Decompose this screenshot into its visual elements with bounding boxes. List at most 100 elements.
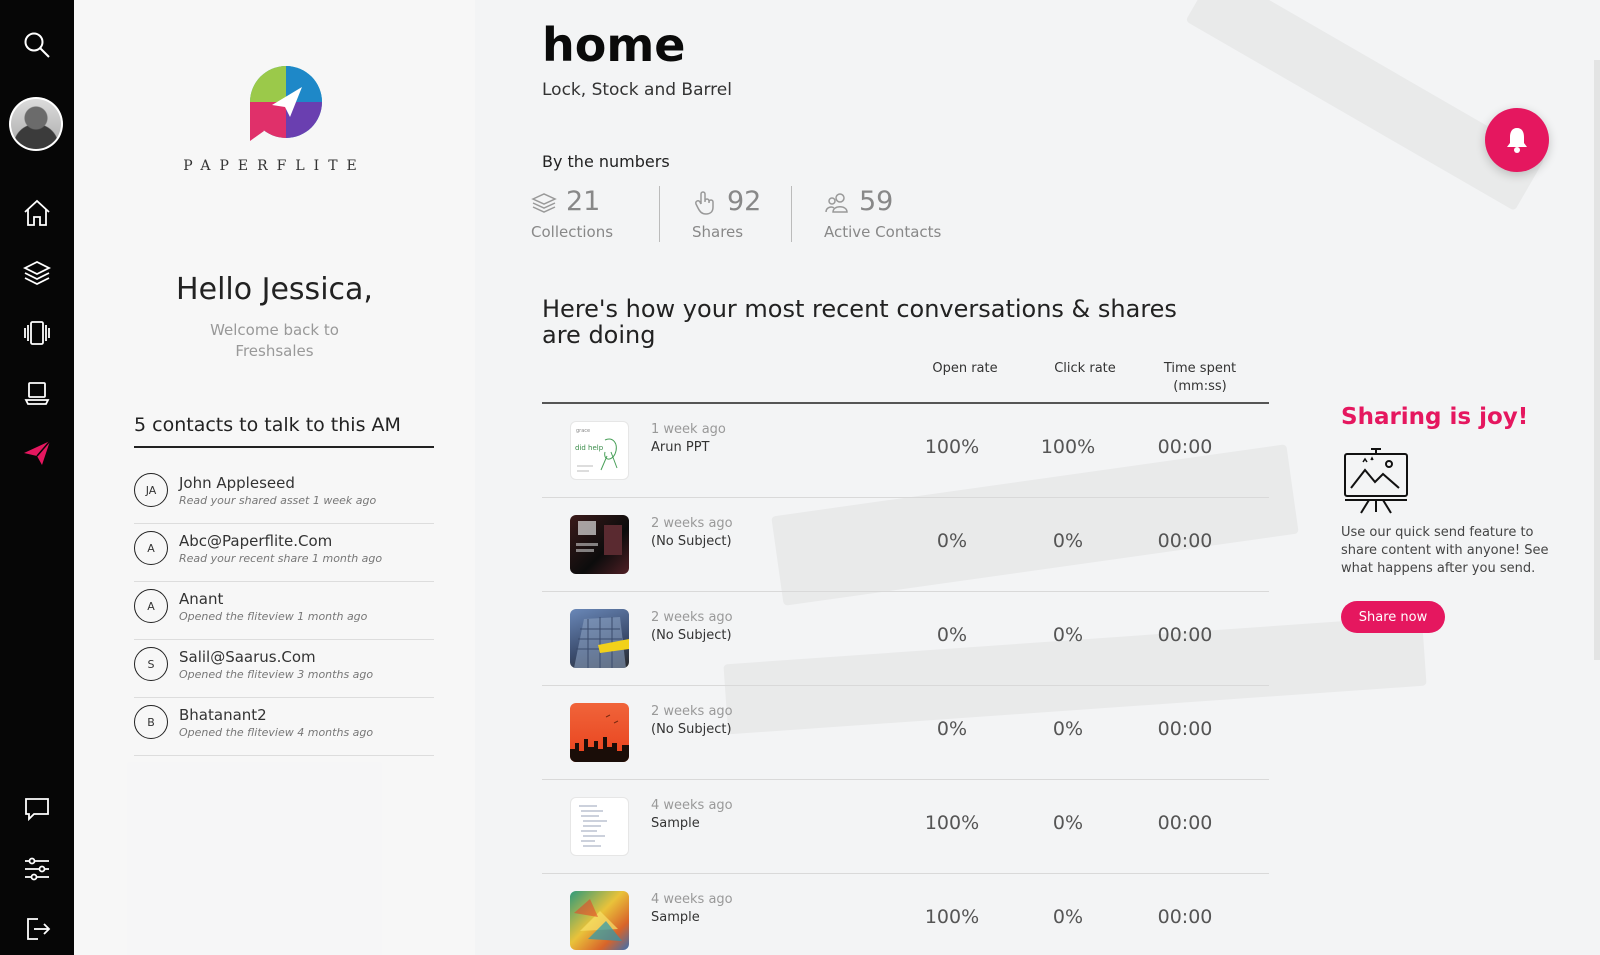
welcome-panel: PAPERFLITE Hello Jessica, Welcome back t… <box>74 0 475 955</box>
column-header-open-rate[interactable]: Open rate <box>915 360 1015 378</box>
page-subtitle: Lock, Stock and Barrel <box>542 80 732 100</box>
search-icon[interactable] <box>0 22 74 68</box>
sliders-icon[interactable] <box>0 846 74 892</box>
contacts-title: 5 contacts to talk to this AM <box>134 414 434 448</box>
laptop-icon[interactable] <box>0 370 74 416</box>
contact-name: Anant <box>179 590 224 608</box>
open-rate-value: 0% <box>936 624 968 646</box>
layers-icon[interactable] <box>0 250 74 296</box>
contact-item[interactable]: B Bhatanant2 Opened the fliteview 4 mont… <box>134 698 434 756</box>
share-thumbnail <box>570 515 629 574</box>
contact-name: Abc@Paperflite.Com <box>179 532 333 550</box>
send-icon[interactable] <box>0 430 74 476</box>
contact-name: Salil@Saarus.Com <box>179 648 316 666</box>
time-spent-value: 00:00 <box>1157 624 1213 646</box>
table-row[interactable]: 2 weeks ago (No Subject) 0% 0% 00:00 <box>542 498 1269 592</box>
contact-note: Opened the fliteview 1 month ago <box>179 610 368 623</box>
open-rate-value: 100% <box>924 812 980 834</box>
time-spent-value: 00:00 <box>1157 718 1213 740</box>
time-spent-value: 00:00 <box>1157 530 1213 552</box>
stat-shares[interactable]: 92 Shares <box>692 186 792 242</box>
stat-label: Active Contacts <box>824 223 942 241</box>
contact-note: Read your shared asset 1 week ago <box>179 494 377 507</box>
row-time: 2 weeks ago <box>651 516 733 531</box>
click-rate-value: 0% <box>1052 624 1084 646</box>
time-spent-value: 00:00 <box>1157 436 1213 458</box>
paperflite-logo <box>250 66 322 141</box>
share-thumbnail <box>570 703 629 762</box>
page-title: home <box>542 18 686 72</box>
recent-heading: Here's how your most recent conversation… <box>542 295 1177 349</box>
stat-divider <box>791 186 792 242</box>
table-row[interactable]: 2 weeks ago (No Subject) 0% 0% 00:00 <box>542 592 1269 686</box>
row-time: 1 week ago <box>651 422 726 437</box>
time-spent-value: 00:00 <box>1157 906 1213 928</box>
open-rate-value: 100% <box>924 906 980 928</box>
contact-item[interactable]: S Salil@Saarus.Com Opened the fliteview … <box>134 640 434 698</box>
click-rate-value: 0% <box>1052 718 1084 740</box>
bell-icon <box>1507 128 1527 153</box>
share-now-button[interactable]: Share now <box>1341 601 1445 633</box>
time-spent-value: 00:00 <box>1157 812 1213 834</box>
contact-note: Opened the fliteview 3 months ago <box>179 668 374 681</box>
contact-item[interactable]: A Anant Opened the fliteview 1 month ago <box>134 582 434 640</box>
click-rate-value: 0% <box>1052 812 1084 834</box>
share-thumbnail <box>570 797 629 856</box>
table-row[interactable]: 4 weeks ago Sample 100% 0% 00:00 <box>542 780 1269 874</box>
row-title: (No Subject) <box>651 534 732 549</box>
icon-rail <box>0 0 74 955</box>
row-title: Arun PPT <box>651 440 710 455</box>
open-rate-value: 100% <box>924 436 980 458</box>
carousel-icon[interactable] <box>0 310 74 356</box>
notifications-button[interactable] <box>1485 108 1549 172</box>
contact-initials-badge: A <box>134 531 168 565</box>
layers-icon <box>531 193 557 213</box>
table-row[interactable]: grace did help 1 week ago Arun PPT 100% 1… <box>542 404 1269 498</box>
home-icon[interactable] <box>0 190 74 236</box>
share-thumbnail <box>570 609 629 668</box>
row-title: (No Subject) <box>651 722 732 737</box>
chat-icon[interactable] <box>0 786 74 832</box>
contact-initials-badge: B <box>134 705 168 739</box>
column-header-click-rate[interactable]: Click rate <box>1035 360 1135 378</box>
stat-label: Collections <box>531 223 614 241</box>
open-rate-value: 0% <box>936 718 968 740</box>
contact-initials-badge: A <box>134 589 168 623</box>
click-rate-value: 100% <box>1040 436 1096 458</box>
user-avatar[interactable] <box>9 97 63 151</box>
open-rate-value: 0% <box>936 530 968 552</box>
contact-item[interactable]: A Abc@Paperflite.Com Read your recent sh… <box>134 524 434 582</box>
brand-wordmark: PAPERFLITE <box>183 158 366 174</box>
row-time: 4 weeks ago <box>651 892 733 907</box>
contact-initials-badge: JA <box>134 473 168 507</box>
row-title: Sample <box>651 816 700 831</box>
scrollbar[interactable] <box>1594 60 1600 660</box>
contact-name: John Appleseed <box>179 474 295 492</box>
contact-item[interactable]: JA John Appleseed Read your shared asset… <box>134 466 434 524</box>
logout-icon[interactable] <box>0 906 74 952</box>
stat-value: 59 <box>859 186 894 217</box>
row-title: (No Subject) <box>651 628 732 643</box>
welcome-subtitle: Welcome back to Freshsales <box>210 321 339 360</box>
stat-label: Shares <box>692 223 744 241</box>
table-row[interactable]: 4 weeks ago Sample 100% 0% 00:00 <box>542 874 1269 955</box>
hand-pointer-icon <box>695 191 714 215</box>
stat-value: 92 <box>727 186 762 217</box>
click-rate-value: 0% <box>1052 530 1084 552</box>
contact-note: Opened the fliteview 4 months ago <box>179 726 374 739</box>
column-header-time-spent[interactable]: Time spent (mm:ss) <box>1150 360 1250 396</box>
background-decoration <box>1185 0 1545 211</box>
table-row[interactable]: 2 weeks ago (No Subject) 0% 0% 00:00 <box>542 686 1269 780</box>
numbers-heading: By the numbers <box>542 152 670 171</box>
click-rate-value: 0% <box>1052 906 1084 928</box>
contacts-icon <box>825 193 848 213</box>
svg-text:grace: grace <box>576 428 590 434</box>
row-time: 4 weeks ago <box>651 798 733 813</box>
main-content: home Lock, Stock and Barrel By the numbe… <box>475 0 1600 955</box>
stat-collections[interactable]: 21 Collections <box>531 186 641 242</box>
row-time: 2 weeks ago <box>651 610 733 625</box>
svg-text:did help: did help <box>575 444 604 452</box>
stat-divider <box>659 186 660 242</box>
stat-active-contacts[interactable]: 59 Active Contacts <box>824 186 964 242</box>
greeting: Hello Jessica, <box>176 272 373 307</box>
